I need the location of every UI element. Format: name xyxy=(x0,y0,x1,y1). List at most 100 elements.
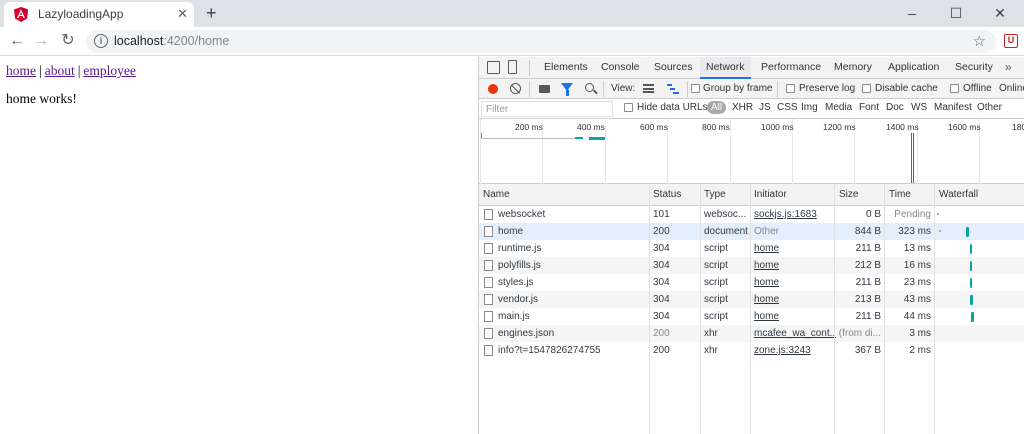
type-filter-js[interactable]: JS xyxy=(759,102,771,113)
waterfall-bar xyxy=(970,261,972,271)
browser-tab[interactable]: LazyloadingApp ✕ xyxy=(4,2,194,27)
file-icon xyxy=(484,311,493,322)
request-name: vendor.js xyxy=(498,294,539,305)
request-row[interactable]: info?t=1547826274755 200 xhr zone.js:324… xyxy=(479,342,1024,359)
column-header-waterfall[interactable]: Waterfall xyxy=(939,189,978,200)
devtools-tab-sources[interactable]: Sources xyxy=(654,57,693,79)
devtools-tab-performance[interactable]: Performance xyxy=(761,57,821,79)
device-toolbar-icon[interactable] xyxy=(508,60,517,74)
nav-link-home[interactable]: home xyxy=(6,63,36,78)
type-filter-other[interactable]: Other xyxy=(977,102,1002,113)
bookmark-star-icon[interactable]: ☆ xyxy=(973,32,986,50)
request-initiator[interactable]: zone.js:3243 xyxy=(754,345,836,356)
tab-close-icon[interactable]: ✕ xyxy=(177,6,188,22)
request-row[interactable]: polyfills.js 304 script home 212 B 16 ms xyxy=(479,257,1024,274)
request-time: 23 ms xyxy=(903,277,931,288)
filter-input[interactable] xyxy=(481,101,613,117)
request-row[interactable]: engines.json 200 xhr mcafee_wa_cont... (… xyxy=(479,325,1024,342)
column-header-status[interactable]: Status xyxy=(653,189,681,200)
preserve-log-checkbox[interactable] xyxy=(786,84,795,93)
overview-gridline xyxy=(480,119,481,184)
type-filter-media[interactable]: Media xyxy=(825,102,852,113)
request-row[interactable]: vendor.js 304 script home 213 B 43 ms xyxy=(479,291,1024,308)
devtools-tab-console[interactable]: Console xyxy=(601,57,640,79)
request-initiator[interactable]: home xyxy=(754,243,836,254)
column-header-time[interactable]: Time xyxy=(889,189,911,200)
devtools-tab-elements[interactable]: Elements xyxy=(544,57,588,79)
type-filter-css[interactable]: CSS xyxy=(777,102,798,113)
column-divider xyxy=(700,184,701,434)
url-path: :4200/home xyxy=(163,34,230,48)
overview-tick-label: 1400 ms xyxy=(886,122,919,132)
throttling-select[interactable]: Online xyxy=(999,83,1024,94)
overview-tick-label: 1200 ms xyxy=(823,122,856,132)
extension-icon[interactable]: U xyxy=(1004,34,1018,48)
column-header-name[interactable]: Name xyxy=(483,189,510,200)
inspect-element-icon[interactable] xyxy=(487,61,500,74)
request-row[interactable]: websocket 101 websoc... sockjs.js:1683 0… xyxy=(479,206,1024,223)
new-tab-button[interactable]: + xyxy=(206,3,217,23)
request-row[interactable]: styles.js 304 script home 211 B 23 ms xyxy=(479,274,1024,291)
column-divider xyxy=(934,184,935,434)
back-arrow-icon[interactable]: ← xyxy=(7,31,27,51)
window-close-icon[interactable]: ✕ xyxy=(978,2,1022,24)
nav-link-employee[interactable]: employee xyxy=(83,63,135,78)
request-initiator[interactable]: home xyxy=(754,277,836,288)
filter-funnel-icon[interactable] xyxy=(561,83,573,96)
overview-tick-label: 800 ms xyxy=(702,122,730,132)
network-overview[interactable]: 200 ms 400 ms 600 ms 800 ms 1000 ms 1200… xyxy=(479,119,1024,184)
type-filter-manifest[interactable]: Manifest xyxy=(934,102,972,113)
request-initiator[interactable]: home xyxy=(754,311,836,322)
overview-tick-label: 1600 ms xyxy=(948,122,981,132)
more-tabs-icon[interactable]: » xyxy=(1005,60,1012,74)
devtools-tab-security[interactable]: Security xyxy=(955,57,993,79)
devtools-tab-memory[interactable]: Memory xyxy=(834,57,872,79)
request-row[interactable]: home 200 document Other 844 B 323 ms xyxy=(479,223,1024,240)
clear-icon[interactable] xyxy=(510,83,521,94)
request-name: polyfills.js xyxy=(498,260,541,271)
request-initiator[interactable]: mcafee_wa_cont... xyxy=(754,328,836,339)
column-header-type[interactable]: Type xyxy=(704,189,726,200)
column-header-initiator[interactable]: Initiator xyxy=(754,189,787,200)
site-info-icon[interactable]: i xyxy=(94,34,108,48)
toolbar-divider xyxy=(687,81,688,97)
type-filter-img[interactable]: Img xyxy=(801,102,818,113)
angular-icon xyxy=(14,7,28,22)
page-nav: home | about | employee xyxy=(6,63,136,79)
minimize-icon[interactable]: – xyxy=(890,2,934,24)
screenshot-camera-icon[interactable] xyxy=(539,85,550,93)
request-row[interactable]: main.js 304 script home 211 B 44 ms xyxy=(479,308,1024,325)
request-row[interactable]: runtime.js 304 script home 211 B 13 ms xyxy=(479,240,1024,257)
group-by-frame-checkbox[interactable] xyxy=(691,84,700,93)
nav-link-about[interactable]: about xyxy=(45,63,75,78)
request-type: script xyxy=(704,277,728,288)
request-type: websoc... xyxy=(704,209,747,220)
request-initiator[interactable]: home xyxy=(754,260,836,271)
type-filter-all[interactable]: All xyxy=(707,101,727,114)
offline-checkbox[interactable] xyxy=(950,84,959,93)
column-header-size[interactable]: Size xyxy=(839,189,858,200)
reload-icon[interactable]: ↻ xyxy=(58,31,78,51)
type-filter-doc[interactable]: Doc xyxy=(886,102,904,113)
request-name: styles.js xyxy=(498,277,534,288)
request-initiator[interactable]: sockjs.js:1683 xyxy=(754,209,836,220)
address-bar[interactable]: i localhost:4200/home ☆ xyxy=(86,30,996,53)
address-url[interactable]: localhost:4200/home xyxy=(114,34,229,48)
devtools-tab-application[interactable]: Application xyxy=(888,57,939,79)
request-initiator[interactable]: home xyxy=(754,294,836,305)
hide-data-urls-checkbox[interactable] xyxy=(624,103,633,112)
browser-toolbar: ← → ↻ i localhost:4200/home ☆ U xyxy=(0,27,1024,56)
forward-arrow-icon[interactable]: → xyxy=(31,31,51,51)
search-icon[interactable] xyxy=(585,83,594,92)
disable-cache-checkbox[interactable] xyxy=(862,84,871,93)
request-size: 844 B xyxy=(854,226,881,237)
overview-bar xyxy=(575,137,583,139)
record-icon[interactable] xyxy=(488,84,498,94)
type-filter-xhr[interactable]: XHR xyxy=(732,102,753,113)
maximize-icon[interactable]: ☐ xyxy=(934,2,978,24)
waterfall-view-icon[interactable] xyxy=(667,84,679,94)
devtools-tab-network[interactable]: Network xyxy=(700,57,751,79)
type-filter-font[interactable]: Font xyxy=(859,102,879,113)
large-rows-icon[interactable] xyxy=(643,84,654,93)
type-filter-ws[interactable]: WS xyxy=(911,102,927,113)
